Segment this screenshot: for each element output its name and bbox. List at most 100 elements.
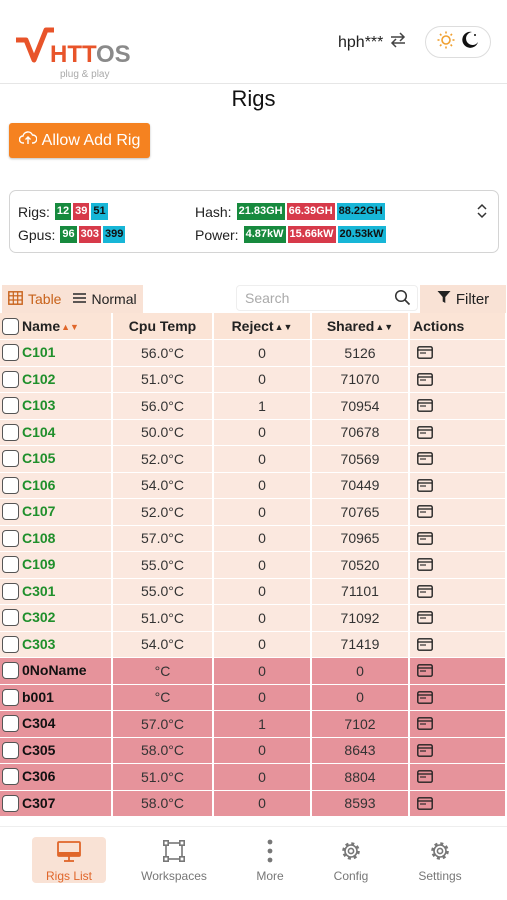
row-checkbox[interactable]	[2, 794, 19, 812]
rig-name-link[interactable]: C101	[22, 344, 55, 360]
rig-name-link[interactable]: C108	[22, 530, 55, 546]
rig-name-link[interactable]: 0NoName	[22, 662, 87, 678]
column-header-name[interactable]: Name▲▼	[0, 313, 113, 340]
row-checkbox[interactable]	[2, 582, 19, 600]
allow-add-rig-button[interactable]: Allow Add Rig	[9, 123, 150, 158]
rig-name-cell[interactable]: 0NoName	[0, 658, 113, 685]
row-checkbox[interactable]	[2, 609, 19, 627]
rig-name-cell[interactable]: C104	[0, 419, 113, 446]
console-window-icon[interactable]	[417, 399, 433, 415]
search-icon[interactable]	[394, 289, 411, 311]
console-window-icon[interactable]	[417, 717, 433, 733]
table-row[interactable]: C105 52.0°C 0 70569	[0, 446, 507, 473]
table-row[interactable]: b001 °C 0 0	[0, 684, 507, 711]
nav-settings[interactable]: Settings	[403, 837, 477, 883]
table-row[interactable]: C108 57.0°C 0 70965	[0, 525, 507, 552]
rig-name-cell[interactable]: C103	[0, 393, 113, 420]
console-window-icon[interactable]	[417, 505, 433, 521]
table-row[interactable]: C302 51.0°C 0 71092	[0, 605, 507, 632]
rig-name-cell[interactable]: C306	[0, 764, 113, 791]
row-checkbox[interactable]	[2, 688, 19, 706]
console-window-icon[interactable]	[417, 558, 433, 574]
rig-name-link[interactable]: C105	[22, 450, 55, 466]
rig-name-link[interactable]: C302	[22, 609, 55, 625]
nav-config[interactable]: Config	[314, 837, 388, 883]
console-window-icon[interactable]	[417, 478, 433, 495]
row-checkbox[interactable]	[2, 556, 19, 574]
rig-name-link[interactable]: b001	[22, 689, 54, 705]
console-window-icon[interactable]	[417, 372, 433, 389]
theme-toggle[interactable]	[425, 26, 491, 58]
sort-icon[interactable]: ▲▼	[61, 322, 79, 332]
row-checkbox[interactable]	[2, 715, 19, 733]
sun-icon[interactable]	[437, 31, 455, 54]
nav-more[interactable]: More	[233, 837, 307, 883]
user-account[interactable]: hph***	[338, 32, 407, 53]
rig-name-link[interactable]: C305	[22, 742, 55, 758]
filter-button[interactable]: Filter	[420, 285, 506, 313]
table-row[interactable]: C307 58.0°C 0 8593	[0, 790, 507, 817]
select-all-checkbox[interactable]	[2, 317, 19, 335]
table-row[interactable]: C301 55.0°C 0 71101	[0, 578, 507, 605]
search-input[interactable]	[237, 290, 387, 306]
rig-name-cell[interactable]: C301	[0, 578, 113, 605]
console-window-icon[interactable]	[417, 637, 433, 654]
rig-name-cell[interactable]: C303	[0, 631, 113, 658]
console-window-icon[interactable]	[417, 743, 433, 760]
table-row[interactable]: 0NoName °C 0 0	[0, 658, 507, 685]
console-window-icon[interactable]	[417, 690, 433, 707]
rig-name-link[interactable]: C303	[22, 636, 55, 652]
rig-name-link[interactable]: C102	[22, 371, 55, 387]
row-checkbox[interactable]	[2, 344, 19, 362]
rigs-summary-card[interactable]: Rigs: 12 39 51 Gpus: 96 303 399 Hash: 21…	[9, 190, 499, 253]
row-checkbox[interactable]	[2, 662, 19, 680]
console-window-icon[interactable]	[417, 531, 433, 548]
row-checkbox[interactable]	[2, 529, 19, 547]
console-window-icon[interactable]	[417, 452, 433, 468]
rig-name-cell[interactable]: C102	[0, 366, 113, 393]
column-header-reject[interactable]: Reject▲▼	[214, 313, 312, 340]
table-row[interactable]: C104 50.0°C 0 70678	[0, 419, 507, 446]
rig-name-cell[interactable]: C107	[0, 499, 113, 526]
rig-name-link[interactable]: C301	[22, 583, 55, 599]
rig-name-cell[interactable]: C304	[0, 711, 113, 738]
rig-name-cell[interactable]: C305	[0, 737, 113, 764]
column-header-cpu-temp[interactable]: Cpu Temp	[113, 313, 214, 340]
console-window-icon[interactable]	[417, 664, 433, 680]
row-checkbox[interactable]	[2, 397, 19, 415]
rig-name-cell[interactable]: C105	[0, 446, 113, 473]
table-row[interactable]: C103 56.0°C 1 70954	[0, 393, 507, 420]
table-row[interactable]: C304 57.0°C 1 7102	[0, 711, 507, 738]
console-window-icon[interactable]	[417, 770, 433, 786]
sort-icon[interactable]: ▲▼	[375, 322, 393, 332]
console-window-icon[interactable]	[417, 796, 433, 813]
rig-name-link[interactable]: C104	[22, 424, 55, 440]
table-row[interactable]: C102 51.0°C 0 71070	[0, 366, 507, 393]
console-window-icon[interactable]	[417, 425, 433, 442]
rig-name-link[interactable]: C107	[22, 503, 55, 519]
moon-icon[interactable]	[461, 31, 479, 54]
table-row[interactable]: C305 58.0°C 0 8643	[0, 737, 507, 764]
tab-normal[interactable]: Normal	[67, 285, 142, 313]
row-checkbox[interactable]	[2, 370, 19, 388]
table-row[interactable]: C109 55.0°C 0 70520	[0, 552, 507, 579]
nav-workspaces[interactable]: Workspaces	[137, 837, 211, 883]
rig-name-link[interactable]: C304	[22, 715, 55, 731]
table-row[interactable]: C306 51.0°C 0 8804	[0, 764, 507, 791]
row-checkbox[interactable]	[2, 768, 19, 786]
rig-name-cell[interactable]: C106	[0, 472, 113, 499]
rig-name-cell[interactable]: C109	[0, 552, 113, 579]
row-checkbox[interactable]	[2, 476, 19, 494]
rig-name-cell[interactable]: C108	[0, 525, 113, 552]
tab-table[interactable]: Table	[2, 285, 67, 313]
rig-name-link[interactable]: C306	[22, 768, 55, 784]
httos-logo[interactable]: HTT OS plug & play	[14, 24, 134, 80]
row-checkbox[interactable]	[2, 423, 19, 441]
row-checkbox[interactable]	[2, 503, 19, 521]
console-window-icon[interactable]	[417, 346, 433, 362]
row-checkbox[interactable]	[2, 635, 19, 653]
rig-name-link[interactable]: C103	[22, 397, 55, 413]
sort-icon[interactable]: ▲▼	[275, 322, 293, 332]
expand-chevron-icon[interactable]	[476, 203, 488, 219]
row-checkbox[interactable]	[2, 450, 19, 468]
